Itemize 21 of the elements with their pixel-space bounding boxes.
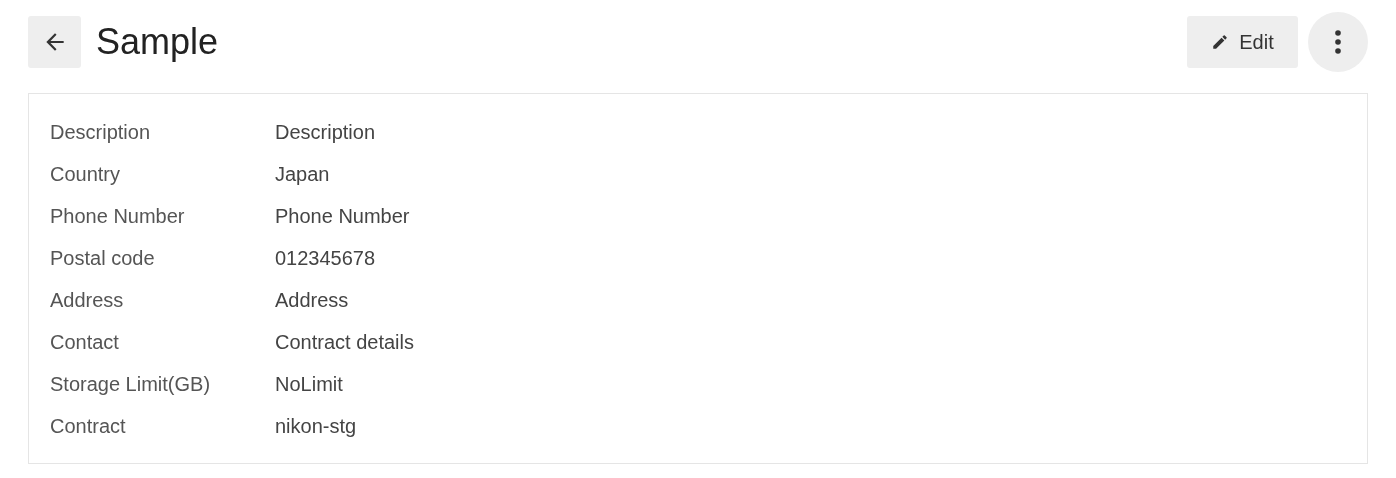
more-vertical-icon xyxy=(1335,29,1341,55)
field-label: Phone Number xyxy=(50,204,186,229)
field-value: NoLimit xyxy=(275,372,343,397)
field-label: Storage Limit(GB) xyxy=(50,372,212,397)
field-value: Japan xyxy=(275,162,330,187)
field-value: Address xyxy=(275,288,349,313)
field-value: Phone Number xyxy=(275,204,410,229)
back-button[interactable] xyxy=(28,16,81,68)
page-title: Sample xyxy=(96,24,219,60)
field-value: Contract details xyxy=(275,330,414,355)
field-label: Country xyxy=(50,162,122,187)
field-value: nikon-stg xyxy=(275,414,357,439)
field-label: Description xyxy=(50,120,152,145)
field-label: Contract xyxy=(50,414,127,439)
pencil-icon xyxy=(1211,33,1230,51)
field-value: Description xyxy=(275,120,376,145)
edit-button[interactable]: Edit xyxy=(1187,16,1298,68)
field-label: Address xyxy=(50,288,125,313)
field-label: Contact xyxy=(50,330,120,355)
field-value: 012345678 xyxy=(275,246,376,271)
field-label: Postal code xyxy=(50,246,156,271)
